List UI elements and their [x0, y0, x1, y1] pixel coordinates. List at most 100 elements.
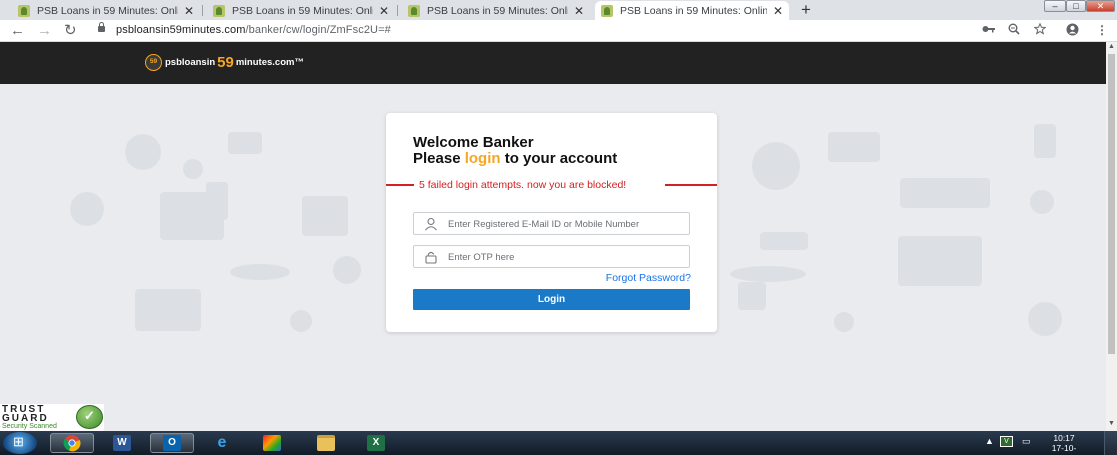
email-field-container	[413, 212, 690, 235]
user-icon	[425, 217, 437, 231]
shield-icon	[76, 405, 103, 429]
login-card: Welcome Banker Please login to your acco…	[386, 113, 717, 332]
site-favicon-icon	[408, 4, 420, 17]
paint-icon	[263, 435, 281, 451]
logo-text-prefix: psbloansin	[165, 57, 216, 68]
taskbar-explorer[interactable]	[304, 433, 348, 453]
minimize-button[interactable]: –	[1044, 0, 1066, 12]
browser-tab-strip: PSB Loans in 59 Minutes: Online ✕ PSB Lo…	[0, 0, 1117, 20]
login-subtitle: Please login to your account	[413, 151, 617, 167]
background-user-icon	[125, 134, 161, 170]
bookmark-star-icon[interactable]	[1033, 22, 1047, 38]
taskbar-ie[interactable]: e	[200, 433, 244, 453]
language-icon[interactable]: V	[1000, 436, 1013, 447]
subtitle-suffix: to your account	[500, 150, 618, 167]
vertical-scrollbar[interactable]: ▲ ▼	[1106, 42, 1117, 431]
zoom-icon[interactable]	[1008, 23, 1020, 38]
back-button[interactable]: ←	[10, 22, 25, 40]
outlook-icon: O	[163, 435, 181, 451]
subtitle-highlight: login	[464, 150, 501, 167]
tab-title: PSB Loans in 59 Minutes: Online	[232, 4, 373, 17]
taskbar-chrome[interactable]	[50, 433, 94, 453]
word-icon: W	[113, 435, 131, 451]
background-card-icon	[228, 132, 262, 154]
error-divider-left	[386, 184, 414, 186]
excel-icon: X	[367, 435, 385, 451]
browser-tab[interactable]: PSB Loans in 59 Minutes: Online ✕	[402, 1, 590, 20]
close-tab-icon[interactable]: ✕	[773, 4, 783, 18]
show-desktop-button[interactable]	[1104, 431, 1117, 455]
lock-icon[interactable]	[98, 22, 105, 32]
forgot-password-link[interactable]: Forgot Password?	[606, 272, 691, 284]
background-bank-icon	[302, 196, 348, 236]
welcome-title: Welcome Banker	[413, 134, 534, 151]
reload-button[interactable]: ↻	[64, 22, 77, 40]
logo-text-suffix: minutes.com™	[235, 57, 304, 68]
close-window-button[interactable]: ✕	[1086, 0, 1115, 12]
trust-badge-line2: GUARD	[2, 413, 49, 424]
background-coin-icon	[183, 159, 203, 179]
scroll-up-icon[interactable]: ▲	[1108, 43, 1115, 50]
clock-date: 17-10-2019	[1051, 443, 1077, 455]
taskbar-word[interactable]: W	[100, 433, 144, 453]
login-heading: Welcome Banker Please login to your acco…	[413, 135, 617, 167]
close-tab-icon[interactable]: ✕	[379, 4, 389, 18]
site-logo[interactable]: 59 psbloansin 59 minutes.com™	[145, 54, 304, 71]
trust-badge-line3: Security Scanned	[2, 423, 57, 430]
subtitle-prefix: Please	[413, 150, 465, 167]
close-tab-icon[interactable]: ✕	[574, 4, 584, 18]
background-wings-icon	[230, 264, 290, 280]
background-wings-icon	[730, 266, 806, 282]
new-tab-button[interactable]: +	[796, 1, 816, 19]
logo-text-number: 59	[217, 54, 234, 71]
background-user-icon	[752, 142, 800, 190]
clock-time: 10:17	[1053, 433, 1075, 443]
taskbar-outlook[interactable]: O	[150, 433, 194, 453]
url-host: psbloansin59minutes.com	[116, 24, 246, 36]
otp-field-container	[413, 245, 690, 268]
background-grad-cap-icon	[760, 232, 808, 250]
explorer-icon	[317, 435, 335, 451]
windows-taskbar: W O e X ▲ V ▭ 10:17 17-10-2019	[0, 431, 1117, 455]
background-coin-icon	[834, 312, 854, 332]
browser-tab-active[interactable]: PSB Loans in 59 Minutes: Online ✕	[595, 1, 789, 20]
url-field[interactable]: psbloansin59minutes.com/banker/cw/login/…	[116, 24, 391, 36]
error-divider-right	[665, 184, 717, 186]
otp-input[interactable]	[448, 248, 684, 266]
scroll-down-icon[interactable]: ▼	[1108, 420, 1115, 427]
background-card-icon	[828, 132, 880, 162]
background-coin-icon	[1030, 190, 1054, 214]
scrollbar-thumb[interactable]	[1108, 54, 1115, 354]
background-money-bag-icon	[333, 256, 361, 284]
maximize-button[interactable]: □	[1066, 0, 1086, 12]
start-button[interactable]	[3, 432, 37, 454]
key-icon[interactable]	[982, 23, 995, 37]
address-bar: ← → ↻ psbloansin59minutes.com/banker/cw/…	[0, 20, 1117, 42]
trust-guard-badge[interactable]: TRUST GUARD Security Scanned	[0, 404, 104, 431]
taskbar-clock[interactable]: 10:17 17-10-2019	[1044, 433, 1084, 455]
forward-button[interactable]: →	[37, 22, 52, 40]
tab-title: PSB Loans in 59 Minutes: Online	[427, 4, 568, 17]
site-favicon-icon	[213, 4, 225, 17]
background-house-icon	[898, 236, 982, 286]
tab-title: PSB Loans in 59 Minutes: Online	[620, 4, 767, 17]
background-coin-icon	[290, 310, 312, 332]
background-document-icon	[1034, 124, 1056, 158]
email-input[interactable]	[448, 215, 684, 233]
url-path: /banker/cw/login/ZmFsc2U=#	[245, 24, 391, 36]
background-monitor-icon	[135, 289, 201, 331]
background-circle-icon	[70, 192, 104, 226]
profile-avatar-icon[interactable]	[1066, 23, 1079, 39]
taskbar-excel[interactable]: X	[354, 433, 398, 453]
login-button[interactable]: Login	[413, 289, 690, 310]
tab-separator	[397, 5, 398, 16]
network-icon[interactable]: ▭	[1022, 436, 1031, 447]
browser-tab[interactable]: PSB Loans in 59 Minutes: Online ✕	[207, 1, 395, 20]
tray-expand-icon[interactable]: ▲	[985, 436, 994, 446]
chrome-icon	[63, 435, 81, 452]
background-document-icon	[206, 182, 228, 220]
taskbar-paint[interactable]	[250, 433, 294, 453]
close-tab-icon[interactable]: ✕	[184, 4, 194, 18]
browser-menu-icon[interactable]: ⋮	[1096, 23, 1108, 37]
browser-tab[interactable]: PSB Loans in 59 Minutes: Online ✕	[12, 1, 200, 20]
